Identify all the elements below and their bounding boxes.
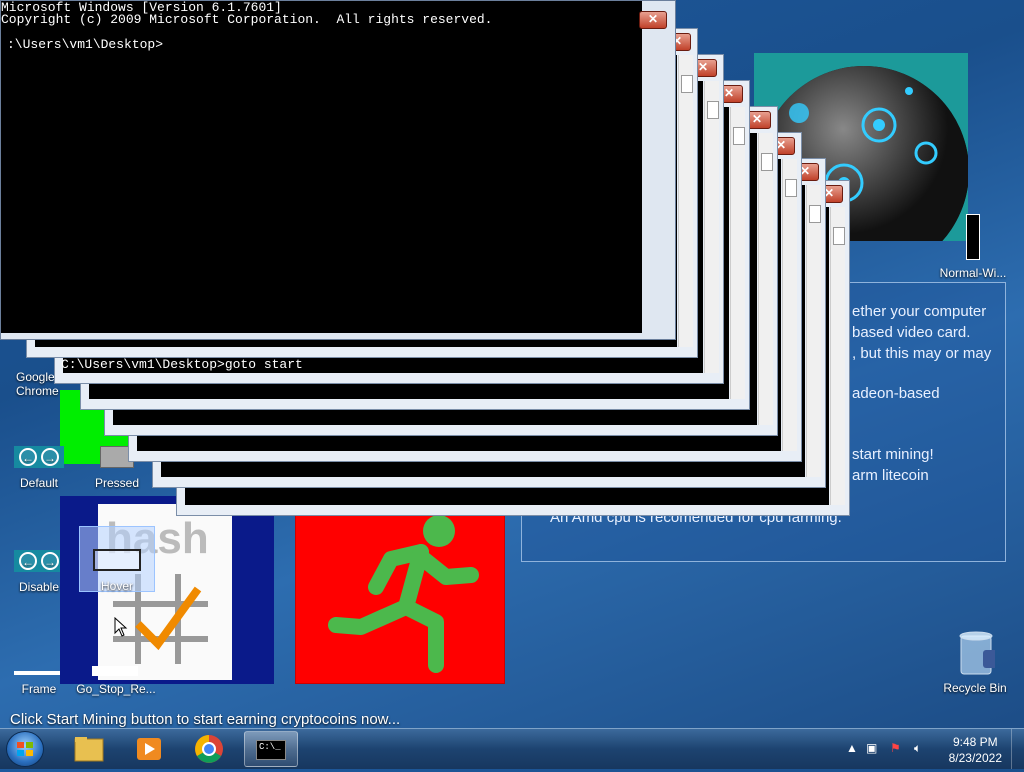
- taskbar: C:\_ ▲ ▣ ⚑ 🔈︎ 9:48 PM 8/23/2022: [0, 728, 1024, 769]
- info-line-3: , but this may or may: [852, 345, 992, 362]
- hover-label: Hover: [100, 579, 133, 593]
- taskbar-explorer[interactable]: [62, 731, 116, 767]
- cmd-icon-label: C:\_: [259, 742, 281, 752]
- go-stop-runner-tile[interactable]: [295, 496, 505, 684]
- mouse-cursor-icon: [114, 617, 128, 637]
- info-line-5: start mining!: [852, 446, 934, 463]
- default-label: Default: [19, 476, 59, 490]
- folder-icon: [74, 737, 104, 762]
- close-button[interactable]: ✕: [639, 11, 667, 29]
- cmd-icon: C:\_: [256, 740, 286, 760]
- hover-icon[interactable]: Hover: [79, 526, 155, 593]
- normal-wi-icon[interactable]: Normal-Wi...: [938, 214, 1008, 280]
- hover-glyph: [93, 549, 141, 571]
- arrow-left-icon: ←: [19, 552, 37, 570]
- volume-icon[interactable]: 🔈︎: [914, 741, 921, 756]
- taskbar-cmd[interactable]: C:\_: [244, 731, 298, 767]
- clock-time: 9:48 PM: [952, 735, 998, 749]
- goto-start-line: C:\Users\vm1\Desktop>goto start: [61, 357, 303, 372]
- normal-wi-glyph: [966, 214, 980, 260]
- terminal-copyright-line: Copyright (c) 2009 Microsoft Corporation…: [1, 12, 493, 27]
- arrow-pair-disable: ← →: [14, 550, 64, 572]
- chrome-icon: [195, 735, 223, 763]
- arrow-right-icon: →: [41, 552, 59, 570]
- go-stop-bar: [92, 666, 138, 676]
- arrow-right-icon: →: [41, 448, 59, 466]
- trash-icon: [959, 631, 1001, 675]
- arrow-pair-default: ← →: [14, 446, 64, 468]
- clock-date: 8/23/2022: [948, 751, 1002, 765]
- taskbar-chrome[interactable]: [182, 731, 236, 767]
- terminal-prompt: :\Users\vm1\Desktop>: [7, 37, 164, 52]
- go-stop-icon[interactable]: Go_Stop_Re...: [76, 682, 156, 696]
- recycle-bin-label: Recycle Bin: [943, 681, 1007, 695]
- close-icon: ✕: [697, 60, 709, 74]
- windows-logo-icon: [17, 742, 33, 756]
- normal-wi-label: Normal-Wi...: [939, 266, 1007, 280]
- arrow-left-icon: ←: [19, 448, 37, 466]
- running-man-icon: [328, 515, 479, 673]
- start-button[interactable]: [6, 731, 44, 767]
- media-player-icon: [137, 738, 161, 760]
- cmd-window-front[interactable]: Microsoft Windows [Version 6.1.7601] Cop…: [0, 0, 676, 340]
- frame-label: Frame: [21, 682, 57, 696]
- network-icon[interactable]: ▣: [866, 741, 877, 755]
- status-message: Click Start Mining button to start earni…: [10, 711, 401, 728]
- info-line-4: adeon-based: [852, 385, 940, 402]
- default-button-icon[interactable]: ← → Default: [4, 446, 74, 490]
- terminal-output[interactable]: [1, 31, 642, 333]
- recycle-bin-icon[interactable]: Recycle Bin: [940, 630, 1010, 695]
- info-line-6: arm litecoin: [852, 467, 929, 484]
- google-chrome-label: Google Chrome: [16, 370, 59, 398]
- pressed-label: Pressed: [94, 476, 140, 490]
- frame-icon[interactable]: Frame: [4, 682, 74, 696]
- go-stop-label: Go_Stop_Re...: [76, 682, 156, 696]
- show-hidden-icons[interactable]: ▲: [846, 741, 858, 755]
- info-line-1: ether your computer: [852, 303, 987, 320]
- frame-bar: [14, 671, 60, 675]
- taskbar-media-player[interactable]: [122, 731, 176, 767]
- action-center-icon[interactable]: ⚑: [890, 741, 901, 755]
- show-desktop-button[interactable]: [1011, 729, 1024, 769]
- close-icon: ✕: [647, 12, 659, 26]
- clock[interactable]: 9:48 PM 8/23/2022: [949, 734, 1002, 766]
- desktop: Normal-Wi... ether your computer based v…: [0, 0, 1024, 728]
- close-icon: ✕: [723, 86, 735, 100]
- info-line-2: based video card.: [852, 324, 971, 341]
- close-icon: ✕: [751, 112, 763, 126]
